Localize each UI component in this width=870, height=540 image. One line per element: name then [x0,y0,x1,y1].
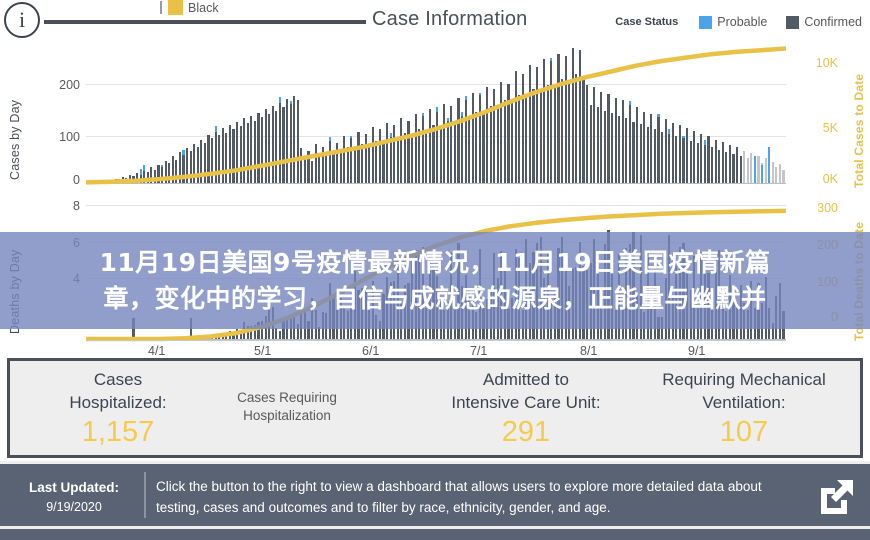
metric-title-line2: Hospitalized: [69,392,167,412]
legend-swatch-probable [699,15,713,29]
x-tick-4-1: 4/1 [148,344,166,358]
x-tick-5-1: 5/1 [254,344,272,358]
y-tick-cases-100: 100 [59,130,80,144]
metric-mechanical-ventilation: Requiring Mechanical Ventilation: 107 [628,369,860,449]
metric-value: 107 [719,415,769,448]
hospitalization-panel: Cases Hospitalized: 1,157 Cases Requirin… [7,358,863,458]
chart-header: i Black Case Information Case Status Pro… [0,0,870,40]
y-tick-cases-0: 0 [73,173,80,187]
y2-tick-cases-5k: 5K [822,121,838,135]
metric-cases-hospitalized: Cases Hospitalized: 1,157 [28,369,208,449]
external-link-icon [821,480,853,514]
legend-swatch-black [168,0,183,15]
overlay-text-block: 11月19日美国9号疫情最新情况，11月19日美国疫情新篇 章，变化中的学习，自… [87,245,782,316]
article-title-overlay: 11月19日美国9号疫情最新情况，11月19日美国疫情新篇 章，变化中的学习，自… [0,232,870,329]
footer-bar: Last Updated: 9/19/2020 Click the button… [0,461,870,526]
x-tick-7-1: 7/1 [470,344,488,358]
y2-tick-cases-0k: 0K [822,172,838,186]
x-tick-6-1: 6/1 [362,344,380,358]
legend-item-probable[interactable]: Probable [699,15,767,29]
dashboard-root: i Black Case Information Case Status Pro… [0,0,870,540]
legend-label-black: Black [188,0,219,15]
metric-cases-requiring-hospitalization: Cases Requiring Hospitalization [196,389,378,425]
y-tick-deaths-8: 8 [73,199,80,213]
metric-title-line1: Cases Requiring [237,390,337,405]
info-icon[interactable]: i [4,2,40,38]
last-updated-label: Last Updated: [28,480,119,495]
x-tick-8-1: 8/1 [580,344,598,358]
metric-value: 1,157 [81,415,155,448]
x-tick-9-1: 9/1 [688,344,706,358]
metric-title-line2: Ventilation: [702,392,786,412]
last-updated-block: Last Updated: 9/19/2020 [14,478,134,516]
legend-item-black[interactable]: Black [160,0,219,15]
metric-title-line1: Admitted to [483,370,569,389]
header-rule [44,20,366,24]
metric-icu: Admitted to Intensive Care Unit: 291 [402,369,650,449]
case-status-label: Case Status [615,16,679,28]
x-axis-line [86,340,786,341]
y2-tick-deaths-300: 300 [817,201,838,215]
metric-title-line1: Requiring Mechanical [662,370,826,389]
y2-tick-cases-10k: 10K [815,56,838,70]
overlay-line-1: 11月19日美国9号疫情最新情况，11月19日美国疫情新篇 [99,248,771,277]
legend-label-probable: Probable [717,15,768,29]
overlay-line-2: 章，变化中的学习，自信与成就感的源泉，正能量与幽默并 [103,283,767,313]
legend-label-confirmed: Confirmed [804,15,862,29]
footer-description: Click the button to the right to view a … [156,479,762,515]
page-title: Case Information [372,8,528,30]
y2-axis-title-total-cases: Total Cases to Date [852,73,866,188]
legend-swatch-confirmed [786,15,800,29]
metric-title-line1: Cases [93,370,143,389]
legend-item-confirmed[interactable]: Confirmed [786,15,862,29]
case-status-legend: Case Status Probable Confirmed [615,15,862,29]
y-axis-title-cases-by-day: Cases by Day [8,99,22,180]
footer-bottom-strip [0,526,870,540]
legend-tick-mark [160,1,162,14]
metric-title-line2: Hospitalization [243,408,331,424]
footer-top-divider [0,461,870,464]
metric-title-line2: Intensive Care Unit: [451,392,601,412]
metric-value: 291 [501,415,551,448]
footer-divider [144,472,146,518]
open-dashboard-button[interactable] [813,473,861,517]
y-tick-cases-200: 200 [59,78,80,92]
last-updated-value: 9/19/2020 [46,499,102,514]
